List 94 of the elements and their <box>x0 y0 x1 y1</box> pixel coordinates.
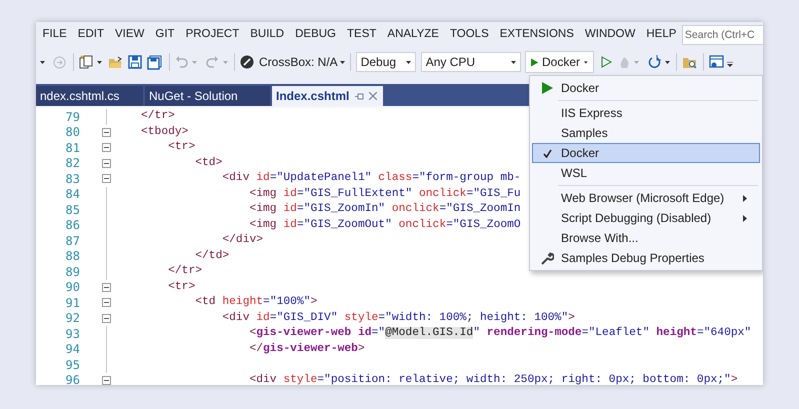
menu-item[interactable]: Samples Debug Properties <box>532 248 760 268</box>
code-line: <tbody> <box>141 124 188 140</box>
caret-icon <box>664 60 670 64</box>
menu-item[interactable]: WSL <box>532 163 760 183</box>
code-line: <img id="GIS_ZoomOut" onclick="GIS_ZoomO <box>248 218 521 233</box>
menu-item[interactable]: EXTENSIONS <box>494 26 580 44</box>
line-number: 88 <box>66 248 80 266</box>
checkmark-icon <box>542 148 552 158</box>
menu-item[interactable]: Browse With... <box>532 228 760 248</box>
launch-button[interactable]: Docker <box>524 51 594 73</box>
editor-tab[interactable]: ndex.cshtml.cs <box>36 86 143 106</box>
caret-icon <box>584 60 588 64</box>
line-number: 92 <box>66 310 80 328</box>
caret-icon <box>192 60 197 64</box>
code-line: <tr> <box>167 140 196 156</box>
line-number: 91 <box>66 294 80 312</box>
refresh-icon <box>648 55 661 69</box>
caret-icon <box>726 62 733 68</box>
caret-icon <box>634 60 639 64</box>
menu-item[interactable]: PROJECT <box>180 26 245 44</box>
line-number: 86 <box>66 217 80 234</box>
play-icon <box>542 82 552 94</box>
undo-icon <box>175 56 188 68</box>
code-line: <div id="UpdatePanel1" class="form-group mb- <box>221 170 521 186</box>
code-line: </tr> <box>167 264 202 280</box>
menu-item[interactable]: GIT <box>150 26 180 44</box>
code-line: </td> <box>194 248 230 264</box>
menu-item[interactable]: FILE <box>37 26 72 44</box>
menu-item[interactable]: BUILD <box>244 26 290 44</box>
crossbox-icon <box>240 55 254 69</box>
code-line: </gis-viewer-web> <box>248 342 365 357</box>
open-folder-icon <box>108 56 123 68</box>
caret-icon <box>340 60 345 64</box>
code-line: <td> <box>194 156 222 171</box>
forward-icon <box>53 56 66 68</box>
code-line: <tr> <box>167 280 196 295</box>
line-number: 85 <box>66 202 80 219</box>
line-number: 80 <box>66 124 80 142</box>
wrench-icon <box>540 252 554 264</box>
menu-item[interactable]: TEST <box>342 26 382 44</box>
code-line: <div id="GIS_DIV" style="width: 100%; height: 100%"> <box>221 310 575 326</box>
menu-item[interactable]: DEBUG <box>290 26 342 44</box>
line-number: 81 <box>66 140 80 157</box>
menu-item[interactable]: VIEW <box>110 26 150 44</box>
line-number: 89 <box>66 264 80 281</box>
caret-icon <box>97 60 102 64</box>
line-number: 83 <box>66 170 80 188</box>
line-number: 95 <box>66 356 80 374</box>
editor-tab[interactable]: NuGet - Solution <box>145 86 270 106</box>
line-number: 90 <box>66 279 80 296</box>
line-number: 94 <box>66 341 80 358</box>
menu-item[interactable]: Samples <box>532 123 760 143</box>
code-line: <td height="100%"> <box>194 294 318 310</box>
code-line: <img id="GIS_FullExtent" onclick="GIS_Fu <box>248 186 521 202</box>
close-icon <box>369 92 377 100</box>
line-number: 84 <box>66 186 80 204</box>
redo-icon <box>206 56 219 68</box>
menu-item[interactable]: EDIT <box>72 26 110 44</box>
save-icon <box>128 55 142 69</box>
caret-icon <box>406 60 411 64</box>
menu-item[interactable]: Script Debugging (Disabled) <box>532 208 760 228</box>
line-number: 87 <box>66 232 80 250</box>
play-icon <box>530 56 538 68</box>
editor-tab[interactable]: Index.cshtml <box>272 86 383 106</box>
menu-item[interactable]: IIS Express <box>532 103 760 123</box>
line-number: 93 <box>66 326 80 343</box>
search-field[interactable]: Search (Ctrl+C <box>682 25 763 45</box>
menu-item[interactable]: WINDOW <box>579 26 641 44</box>
caret-icon <box>510 60 516 64</box>
menu-item[interactable]: Docker <box>532 78 760 98</box>
folder-search-icon <box>682 56 697 68</box>
caret-icon <box>223 60 228 64</box>
menu-item[interactable]: HELP <box>640 26 682 44</box>
line-number: 79 <box>66 108 80 126</box>
play-outline-icon <box>600 56 612 68</box>
line-number: 96 <box>66 372 80 385</box>
menu-item[interactable]: TOOLS <box>444 26 494 44</box>
pin-icon <box>355 92 364 100</box>
crossbox-label[interactable]: CrossBox: N/A <box>259 53 338 71</box>
menu-item[interactable]: ANALYZE <box>382 26 444 44</box>
code-line: </div> <box>221 232 264 248</box>
window-icon <box>708 55 724 69</box>
new-project-icon <box>79 55 93 69</box>
menu-item[interactable]: Web Browser (Microsoft Edge) <box>532 188 760 208</box>
code-line: </tr> <box>141 108 175 124</box>
menu-item[interactable]: Docker <box>532 143 760 163</box>
code-line: <gis-viewer-web id="@Model.GIS.Id" rendering-mode="Leaflet" height="640px" <box>248 326 752 342</box>
code-line: <div style="position: relative; width: 250px; right: 0px; bottom: 0px;"> <box>248 372 738 385</box>
configuration-dropdown[interactable]: Debug <box>356 52 416 72</box>
line-number: 82 <box>66 155 80 172</box>
code-line: <img id="GIS_ZoomIn" onclick="GIS_ZoomIn <box>248 202 521 218</box>
platform-dropdown[interactable]: Any CPU <box>420 52 521 72</box>
caret-icon <box>40 60 45 64</box>
save-all-icon <box>147 54 162 70</box>
